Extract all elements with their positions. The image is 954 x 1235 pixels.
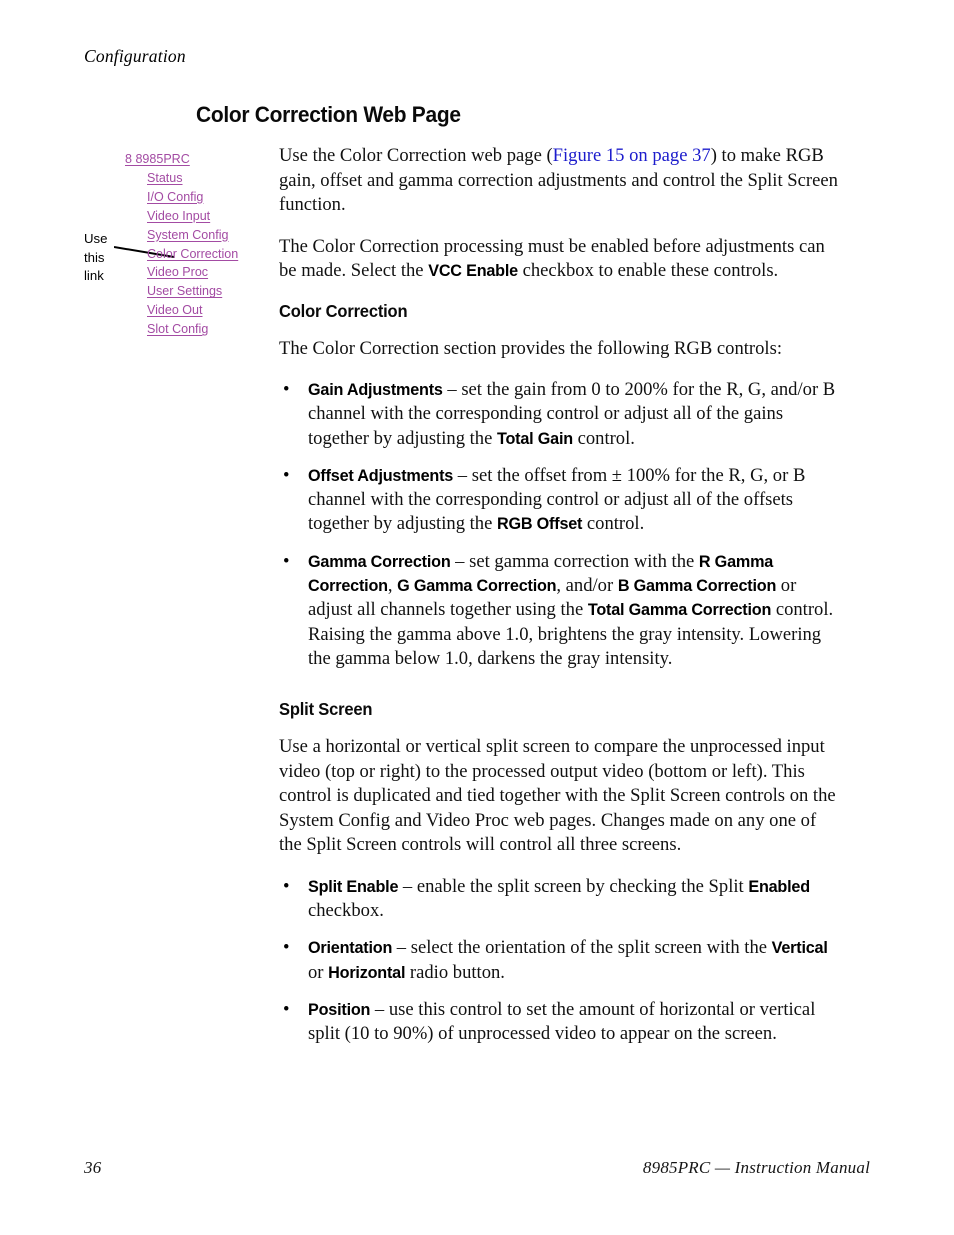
split-screen-bullet-list: • Split Enable – enable the split screen … [279,875,841,1047]
bullet-term: Gain Adjustments [308,381,443,399]
bullet-text-2: control. [572,427,635,449]
bullet-text-2: control. [582,513,645,535]
bullet-gain-adjustments: • Gain Adjustments – set the gain from 0 … [279,378,841,451]
nav-link-user-settings[interactable]: User Settings [147,282,222,301]
nav-link-system-config[interactable]: System Config [147,226,228,245]
ui-label-vcc-enable: VCC Enable [428,262,518,280]
bullet-text-2: , [387,575,398,597]
content-column: Use the Color Correction web page (Figur… [279,144,841,1047]
running-header: Configuration [84,46,186,66]
bullet-glyph: • [283,379,290,400]
color-correction-lead: The Color Correction section provides th… [279,337,782,359]
bullet-text-3: , and/or [556,575,618,597]
nav-link-video-proc[interactable]: Video Proc [147,263,208,282]
nav-link-color-correction[interactable]: Color Correction [147,245,238,264]
section-heading-color-correction: Color Correction [279,300,408,321]
figure-cross-reference[interactable]: Figure 15 on page 37 [553,145,711,166]
bullet-glyph: • [283,464,290,486]
nav-link-status[interactable]: Status [147,169,183,188]
split-screen-lead: Use a horizontal or vertical split scree… [279,736,836,856]
color-correction-bullet-list: • Gain Adjustments – set the gain from 0 … [279,378,841,671]
bullet-term: Position [308,1000,371,1019]
intro-p1-before: Use the Color Correction web page ( [279,145,553,166]
nav-link-list: 8 8985PRC Status I/O Config Video Input … [125,150,259,339]
callout-line-3: link [84,268,104,284]
ui-label-horizontal: Horizontal [328,963,406,982]
ui-label-vertical: Vertical [771,939,828,958]
intro-paragraph-1: Use the Color Correction web page (Figur… [279,144,841,218]
nav-link-video-out[interactable]: Video Out [147,301,203,320]
bullet-glyph: • [283,550,290,572]
bullet-term: Offset Adjustments [308,466,454,485]
ui-label-b-gamma-correction: B Gamma Correction [617,577,777,596]
ui-label-g-gamma-correction: G Gamma Correction [397,577,557,596]
bullet-glyph: • [283,875,290,897]
bullet-split-enable: • Split Enable – enable the split screen … [279,875,841,924]
ui-label-total-gain: Total Gain [497,429,573,448]
bullet-text-2: or [308,961,329,983]
nav-link-io-config[interactable]: I/O Config [147,188,203,207]
bullet-text-1: – use this control to set the amount of … [308,998,816,1045]
nav-link-video-input[interactable]: Video Input [147,207,210,226]
footer-manual-title: 8985PRC — Instruction Manual [642,1158,870,1177]
manual-page: Configuration Color Correction Web Page … [0,0,954,1235]
ui-label-total-gamma-correction: Total Gamma Correction [587,601,772,620]
bullet-glyph: • [283,998,290,1020]
bullet-position: • Position – use this control to set the … [279,998,841,1047]
bullet-term: Split Enable [308,877,399,896]
nav-link-8985prc[interactable]: 8 8985PRC [125,150,190,169]
intro-paragraph-2: The Color Correction processing must be … [279,235,841,284]
page-footer: 36 8985PRC — Instruction Manual [84,1158,870,1178]
bullet-text-1: – enable the split screen by checking th… [398,875,749,897]
section-heading-split-screen: Split Screen [279,699,373,720]
bullet-gamma-correction: • Gamma Correction – set gamma correction… [279,550,841,671]
bullet-text-1: – select the orientation of the split sc… [392,937,772,959]
bullet-text-1: – set gamma correction with the [450,550,699,572]
bullet-orientation: • Orientation – select the orientation of… [279,936,841,985]
intro-p2-after: checkbox to enable these controls. [517,260,779,281]
nav-link-slot-config[interactable]: Slot Config [147,320,208,339]
bullet-text-3: radio button. [405,961,505,983]
ui-label-enabled: Enabled [748,877,810,896]
page-title: Color Correction Web Page [196,102,461,127]
bullet-term: Gamma Correction [308,552,451,571]
bullet-text-2: checkbox. [308,900,384,922]
bullet-glyph: • [283,937,290,959]
ui-label-rgb-offset: RGB Offset [497,515,583,534]
bullet-term: Orientation [308,939,393,958]
footer-page-number: 36 [84,1158,102,1177]
bullet-offset-adjustments: • Offset Adjustments – set the offset fro… [279,464,841,537]
